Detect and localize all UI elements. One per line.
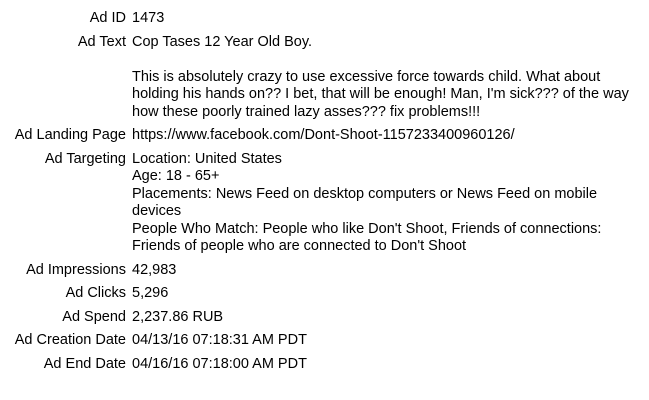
ad-text-row: Ad Text Cop Tases 12 Year Old Boy. This … (0, 34, 649, 122)
ad-clicks-row: Ad Clicks 5,296 (0, 285, 649, 303)
ad-creation-date-row: Ad Creation Date 04/13/16 07:18:31 AM PD… (0, 332, 649, 350)
ad-end-date-row: Ad End Date 04/16/16 07:18:00 AM PDT (0, 356, 649, 374)
targeting-people: People Who Match: People who like Don't … (132, 220, 602, 255)
ad-text-body: This is absolutely crazy to use excessiv… (132, 68, 629, 120)
ad-text-label: Ad Text (77, 33, 126, 50)
ad-id-label: Ad ID (89, 10, 126, 26)
ad-landing-page-value: https://www.facebook.com/Dont-Shoot-1157… (132, 127, 515, 143)
ad-targeting-label: Ad Targeting (44, 150, 126, 167)
ad-landing-page-row: Ad Landing Page https://www.facebook.com… (0, 127, 649, 145)
ad-spend-row: Ad Spend 2,237.86 RUB (0, 309, 649, 327)
targeting-location: Location: United States (132, 150, 282, 167)
ad-text-headline: Cop Tases 12 Year Old Boy. (132, 33, 313, 50)
ad-impressions-label: Ad Impressions (26, 261, 126, 278)
ad-id-row: Ad ID 1473 (0, 10, 649, 28)
ad-impressions-value: 42,983 (132, 261, 177, 278)
ad-targeting-value: Location: United States Age: 18 - 65+ Pl… (132, 151, 637, 256)
ad-impressions-row: Ad Impressions 42,983 (0, 262, 649, 280)
ad-end-date-value: 04/16/16 07:18:00 AM PDT (132, 355, 307, 372)
ad-clicks-value: 5,296 (132, 285, 169, 301)
ad-creation-date-value: 04/13/16 07:18:31 AM PDT (132, 332, 307, 348)
ad-end-date-label: Ad End Date (43, 355, 126, 372)
ad-text-value: Cop Tases 12 Year Old Boy. This is absol… (132, 34, 637, 122)
ad-record: Ad ID 1473 Ad Text Cop Tases 12 Year Old… (0, 10, 649, 379)
ad-spend-label: Ad Spend (62, 308, 126, 325)
ad-spend-value: 2,237.86 RUB (132, 308, 224, 325)
ad-creation-date-label: Ad Creation Date (14, 332, 126, 348)
ad-targeting-row: Ad Targeting Location: United States Age… (0, 151, 649, 256)
targeting-placements: Placements: News Feed on desktop compute… (132, 185, 598, 220)
targeting-age: Age: 18 - 65+ (132, 168, 220, 184)
ad-id-value: 1473 (132, 10, 165, 26)
ad-landing-page-label: Ad Landing Page (14, 127, 126, 143)
ad-clicks-label: Ad Clicks (65, 285, 126, 301)
